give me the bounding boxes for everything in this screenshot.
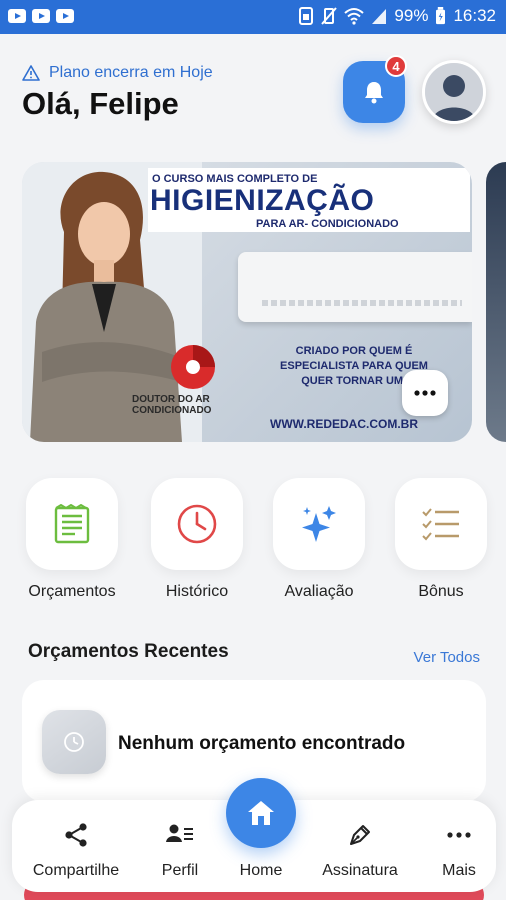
- empty-state-message: Nenhum orçamento encontrado: [118, 733, 406, 754]
- next-banner-peek[interactable]: [486, 162, 506, 442]
- user-icon: [425, 63, 483, 121]
- youtube-icon: [32, 9, 50, 23]
- profile-card-icon: [166, 824, 193, 842]
- more-icon: [447, 832, 471, 838]
- status-bar: 99% 16:32: [0, 0, 506, 34]
- quick-action-tile[interactable]: [26, 478, 118, 570]
- notification-icons: [8, 9, 74, 23]
- bell-icon: [365, 82, 383, 104]
- quick-action-orcamentos[interactable]: Orçamentos: [26, 478, 118, 601]
- notifications-button[interactable]: 4: [343, 55, 407, 123]
- quick-action-bonus[interactable]: Bônus: [395, 478, 487, 601]
- nav-label: Assinatura: [322, 862, 398, 879]
- more-icon: [414, 390, 436, 396]
- document-icon: [54, 504, 90, 544]
- system-icons: 99% 16:32: [298, 6, 496, 26]
- wifi-icon: [344, 8, 365, 25]
- quick-action-label: Bônus: [418, 583, 464, 600]
- share-icon: [65, 823, 87, 847]
- brand-name: DOUTOR DO AR CONDICIONADO: [132, 394, 212, 416]
- quick-action-label: Avaliação: [284, 583, 354, 600]
- home-icon: [248, 801, 274, 825]
- banner-subtitle: PARA AR- CONDICIONADO: [256, 218, 399, 230]
- air-conditioner-image: [238, 252, 472, 322]
- quick-action-tile[interactable]: [273, 478, 365, 570]
- plan-notice-text: Plano encerra em Hoje: [49, 64, 213, 81]
- sparkle-icon: [302, 506, 336, 542]
- brand-logo: [171, 345, 215, 389]
- empty-state-icon: [42, 710, 106, 774]
- nav-item-mais[interactable]: Mais: [409, 800, 506, 892]
- warning-icon: [22, 65, 40, 81]
- vibrate-icon: [321, 7, 338, 25]
- nav-label: Compartilhe: [32, 862, 120, 879]
- nav-label: Home: [239, 862, 283, 879]
- nav-label: Mais: [442, 862, 476, 879]
- quick-action-historico[interactable]: Histórico: [151, 478, 243, 601]
- banner-more-button[interactable]: [402, 370, 448, 416]
- banner-url: WWW.REDEDAC.COM.BR: [270, 417, 418, 431]
- quick-action-avaliacao[interactable]: Avaliação: [273, 478, 365, 601]
- pen-icon: [350, 825, 370, 845]
- checklist-icon: [422, 508, 459, 541]
- greeting: Olá, Felipe: [22, 86, 179, 121]
- sim-icon: [299, 7, 314, 25]
- youtube-icon: [8, 9, 26, 23]
- quick-action-label: Histórico: [165, 583, 229, 600]
- banner-title: HIGIENIZAÇÃO: [150, 184, 375, 217]
- notification-badge: 4: [385, 55, 407, 77]
- battery-percentage: 99%: [394, 6, 429, 25]
- avatar[interactable]: [422, 60, 486, 124]
- clock: 16:32: [453, 6, 496, 25]
- section-title: Orçamentos Recentes: [28, 641, 229, 662]
- clock-icon: [177, 504, 217, 544]
- promo-banner[interactable]: O CURSO MAIS COMPLETO DE HIGIENIZAÇÃO PA…: [22, 162, 472, 442]
- see-all-link[interactable]: Ver Todos: [414, 649, 480, 666]
- plan-notice[interactable]: Plano encerra em Hoje: [22, 64, 213, 82]
- nav-item-compartilhe[interactable]: Compartilhe: [26, 800, 126, 892]
- quick-action-tile[interactable]: [151, 478, 243, 570]
- youtube-icon: [56, 9, 74, 23]
- quick-action-tile[interactable]: [395, 478, 487, 570]
- clock-icon: [64, 732, 84, 752]
- battery-icon: [436, 7, 446, 25]
- home-button[interactable]: [226, 778, 296, 848]
- nav-item-assinatura[interactable]: Assinatura: [310, 800, 410, 892]
- signal-icon: [372, 9, 387, 24]
- quick-action-label: Orçamentos: [28, 583, 116, 600]
